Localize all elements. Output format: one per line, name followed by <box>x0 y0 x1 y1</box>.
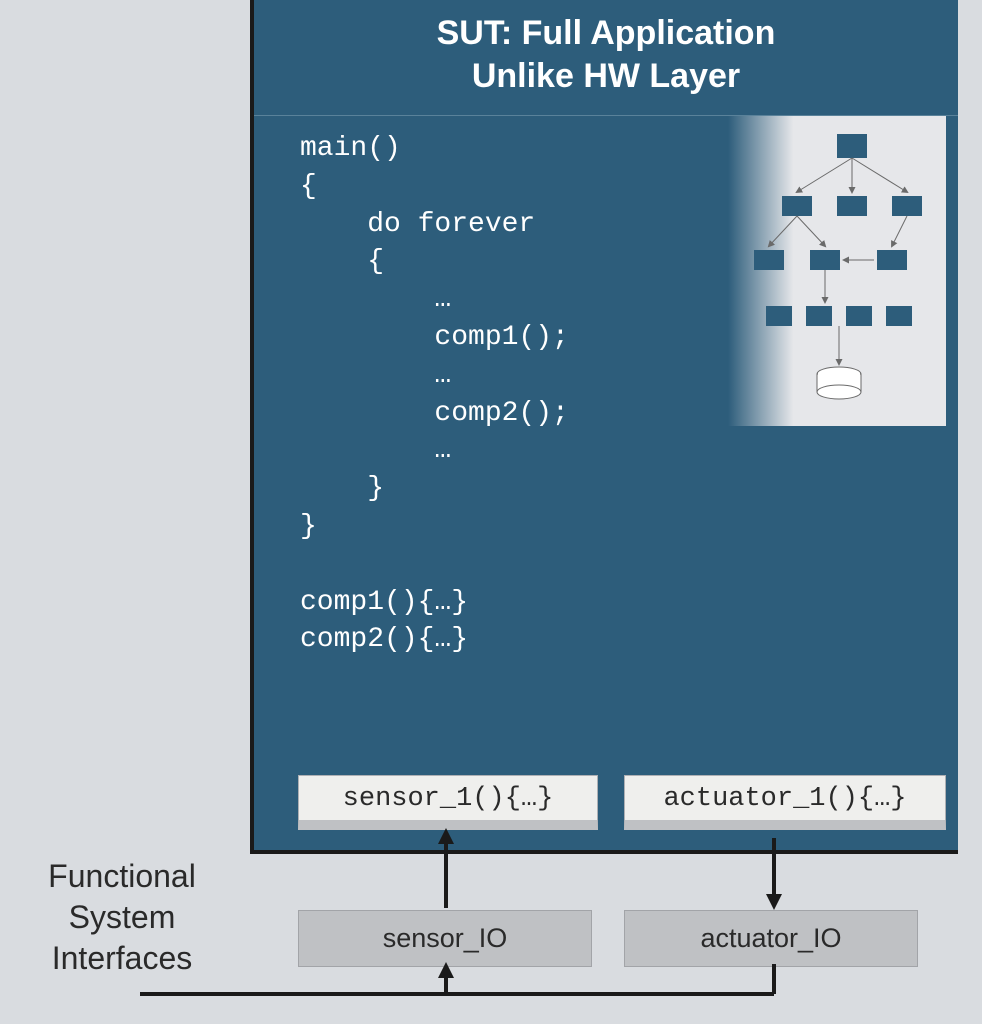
sut-title-line2: Unlike HW Layer <box>472 57 740 95</box>
actuator-function-label: actuator_1(){…} <box>663 784 906 814</box>
functional-system-interfaces-label: Functional System Interfaces <box>12 856 232 979</box>
actuator-function-box: actuator_1(){…} <box>624 775 946 830</box>
fsi-line3: Interfaces <box>52 940 193 976</box>
sensor-function-label: sensor_1(){…} <box>343 784 554 814</box>
sut-title: SUT: Full Application Unlike HW Layer <box>254 12 958 97</box>
fsi-line1: Functional <box>48 858 196 894</box>
actuator-io-label: actuator_IO <box>700 923 841 953</box>
sut-panel: SUT: Full Application Unlike HW Layer ma… <box>250 0 958 854</box>
sensor-function-box: sensor_1(){…} <box>298 775 598 830</box>
actuator-io-box: actuator_IO <box>624 910 918 967</box>
flow-diagram-icon <box>728 116 946 426</box>
sensor-io-box: sensor_IO <box>298 910 592 967</box>
code-block: main() { do forever { … comp1(); … comp2… <box>300 130 569 659</box>
sut-title-line1: SUT: Full Application <box>437 14 776 52</box>
sensor-io-label: sensor_IO <box>383 923 508 953</box>
fsi-line2: System <box>69 899 176 935</box>
sut-header: SUT: Full Application Unlike HW Layer <box>254 0 958 116</box>
